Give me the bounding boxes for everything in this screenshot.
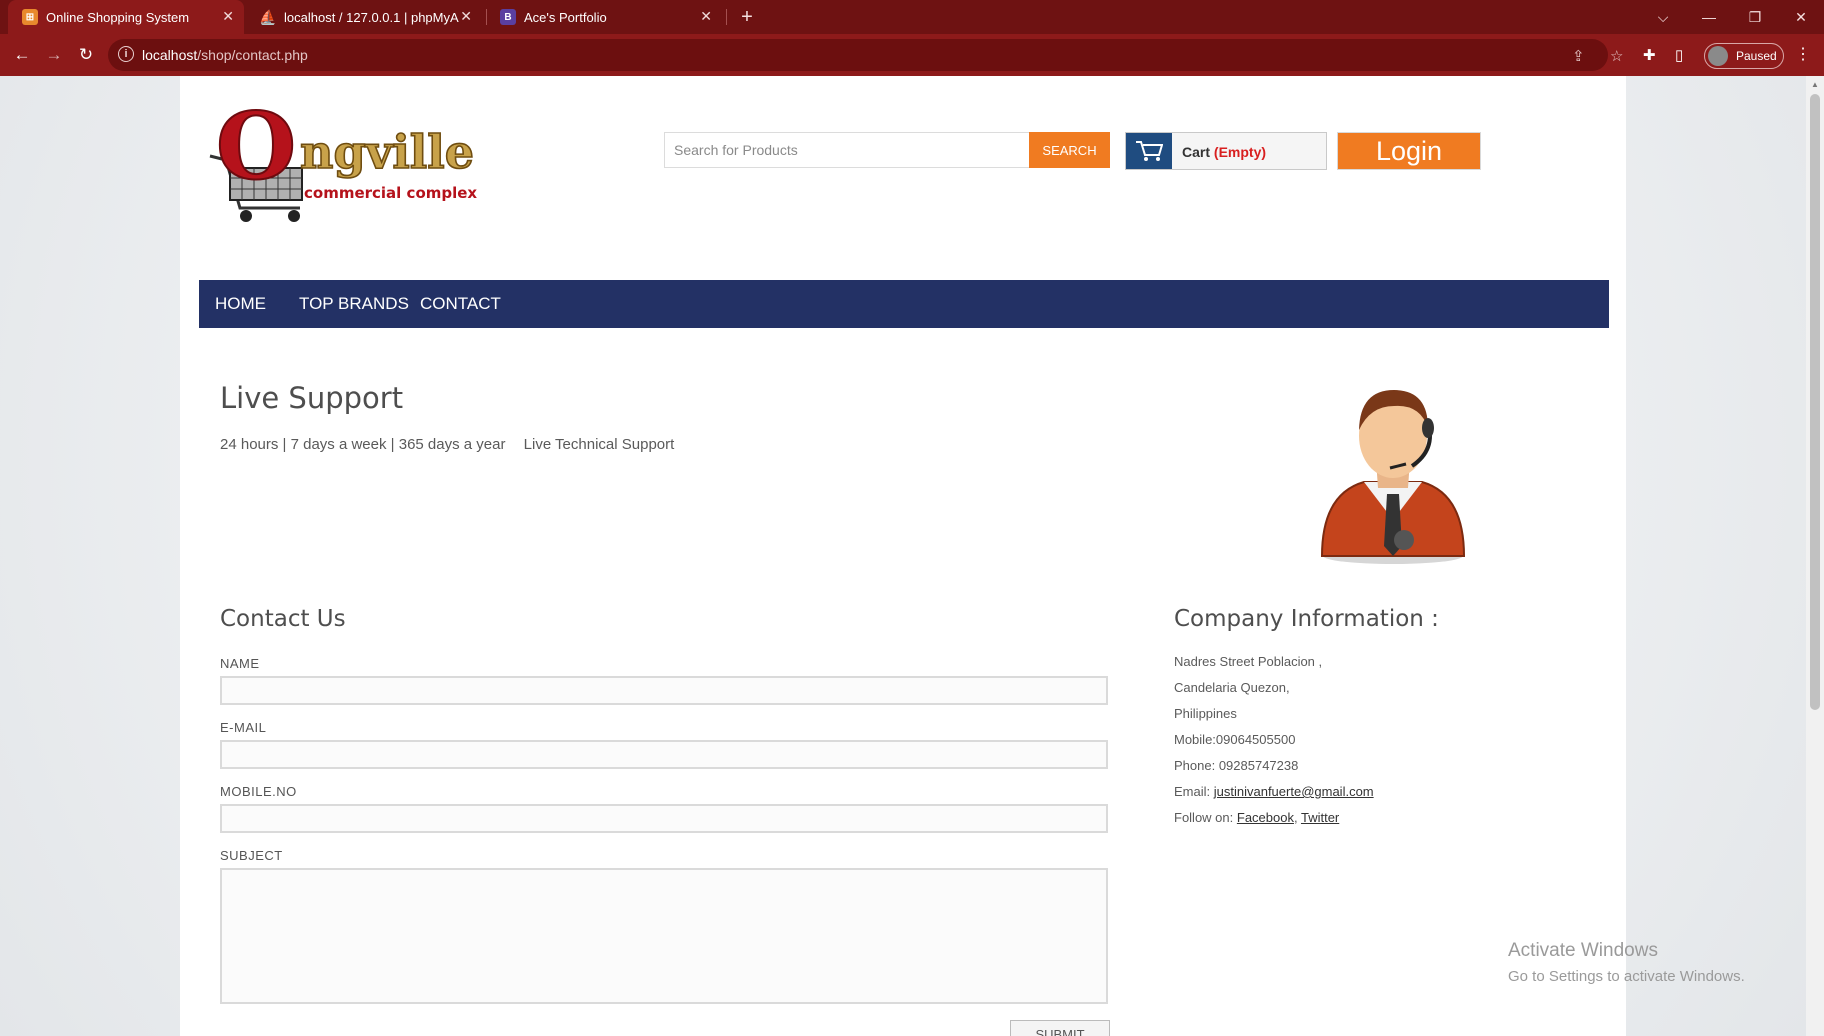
mobile-label: MOBILE.NO — [220, 784, 297, 799]
support-hours: 24 hours | 7 days a week | 365 days a ye… — [220, 436, 688, 453]
profile-button[interactable]: Paused — [1704, 43, 1784, 69]
side-panel-icon[interactable]: ▯ — [1675, 46, 1683, 64]
logo-letter-o: O — [216, 106, 296, 200]
tab-title: Online Shopping System — [46, 9, 190, 25]
follow-line: Follow on: Facebook, Twitter — [1174, 810, 1340, 825]
subject-label: SUBJECT — [220, 848, 283, 863]
logo-wordmark: ngville — [300, 125, 474, 179]
submit-button[interactable]: SUBMIT — [1010, 1020, 1110, 1036]
logo-tagline: commercial complex — [304, 184, 477, 202]
address-line-2: Candelaria Quezon, — [1174, 680, 1290, 695]
ongville-logo[interactable]: O ngville commercial complex — [204, 106, 504, 226]
contact-us-heading: Contact Us — [220, 606, 346, 632]
live-support-heading: Live Support — [220, 381, 404, 415]
follow-label-text: Follow on: — [1174, 810, 1234, 825]
mobile-input[interactable] — [222, 806, 1106, 831]
bookmark-star-icon[interactable]: ☆ — [1610, 47, 1623, 65]
name-field — [220, 676, 1108, 705]
tab-aces-portfolio[interactable]: B Ace's Portfolio ✕ — [490, 0, 722, 34]
cart-status: (Empty) — [1213, 144, 1267, 160]
phone-number: Phone: 09285747238 — [1174, 758, 1299, 773]
nav-contact[interactable]: CONTACT — [420, 294, 501, 314]
avatar — [1708, 46, 1728, 66]
nav-home[interactable]: HOME — [215, 294, 266, 314]
shop-favicon-icon: ⊞ — [22, 9, 38, 25]
tab-title: localhost / 127.0.0.1 | phpMyAd — [284, 9, 459, 25]
support-tagline: Live Technical Support — [523, 436, 675, 453]
search-input[interactable] — [665, 133, 1029, 167]
page-wrapper: O ngville commercial complex SEARCH Cart… — [180, 76, 1626, 1036]
search-button[interactable]: SEARCH — [1029, 132, 1110, 168]
support-agent-illustration — [1320, 390, 1466, 564]
mobile-field — [220, 804, 1108, 833]
forward-arrow-icon[interactable]: → — [40, 41, 68, 69]
cart-button[interactable]: Cart (Empty) — [1125, 132, 1327, 170]
tab-search-chevron-icon[interactable]: ⌵ — [1640, 0, 1686, 34]
facebook-link[interactable]: Facebook — [1237, 810, 1294, 825]
email-input[interactable] — [222, 742, 1106, 767]
company-info-heading: Company Information : — [1174, 606, 1439, 632]
site-info-icon[interactable]: i — [118, 46, 134, 62]
url-text[interactable]: localhost/shop/contact.php — [142, 47, 308, 63]
browser-menu-icon[interactable]: ⋮ — [1795, 44, 1811, 64]
close-tab-icon[interactable]: ✕ — [700, 8, 712, 25]
cart-label: Cart (Empty) — [1182, 144, 1267, 160]
address-line-3: Philippines — [1174, 706, 1237, 721]
support-hours-text: 24 hours | 7 days a week | 365 days a ye… — [220, 436, 506, 453]
new-tab-plus-icon[interactable]: + — [724, 0, 770, 34]
watermark-line-1: Activate Windows — [1508, 940, 1658, 961]
share-icon[interactable]: ⇪ — [1572, 47, 1585, 65]
watermark-line-2: Go to Settings to activate Windows. — [1508, 968, 1745, 985]
phpmyadmin-favicon-icon: ⛵ — [259, 8, 277, 25]
address-bar[interactable]: i localhost/shop/contact.php ⇪ ☆ — [108, 39, 1623, 71]
name-label: NAME — [220, 656, 260, 671]
tab-online-shopping[interactable]: ⊞ Online Shopping System ✕ — [8, 0, 244, 34]
close-window-icon[interactable]: ✕ — [1778, 0, 1824, 34]
email-field — [220, 740, 1108, 769]
address-line-1: Nadres Street Poblacion , — [1174, 654, 1323, 669]
login-button[interactable]: Login — [1337, 132, 1481, 170]
browser-tab-strip: ⊞ Online Shopping System ✕ ⛵ localhost /… — [0, 0, 1824, 34]
bootstrap-favicon-icon: B — [500, 9, 516, 25]
activate-windows-watermark: Activate Windows Go to Settings to activ… — [1508, 940, 1745, 985]
close-tab-icon[interactable]: ✕ — [460, 8, 472, 25]
close-tab-icon[interactable]: ✕ — [222, 8, 234, 25]
extensions-puzzle-icon[interactable]: ✚ — [1643, 46, 1656, 64]
back-arrow-icon[interactable]: ← — [8, 41, 36, 69]
main-navigation: HOME TOP BRANDS CONTACT — [199, 280, 1609, 328]
scroll-up-arrow-icon[interactable]: ▲ — [1811, 80, 1819, 89]
email-link[interactable]: justinivanfuerte@gmail.com — [1214, 784, 1374, 799]
tab-separator — [486, 9, 487, 25]
scrollbar-thumb[interactable] — [1810, 94, 1820, 710]
minimize-icon[interactable]: — — [1686, 0, 1732, 34]
subject-field — [220, 868, 1108, 1004]
search-box — [664, 132, 1030, 168]
email-label-text: Email: — [1174, 784, 1211, 799]
cart-icon — [1126, 133, 1172, 169]
nav-top-brands[interactable]: TOP BRANDS — [299, 294, 409, 314]
page-scrollbar[interactable]: ▲ — [1806, 76, 1824, 1036]
tab-title: Ace's Portfolio — [524, 9, 607, 25]
email-label: E-MAIL — [220, 720, 267, 735]
restore-icon[interactable]: ❐ — [1732, 0, 1778, 34]
page-viewport: O ngville commercial complex SEARCH Cart… — [0, 76, 1806, 1036]
subject-textarea[interactable] — [222, 870, 1106, 1002]
twitter-link[interactable]: Twitter — [1301, 810, 1339, 825]
tab-phpmyadmin[interactable]: ⛵ localhost / 127.0.0.1 | phpMyAd ✕ — [250, 0, 482, 34]
reload-icon[interactable]: ↻ — [72, 41, 100, 69]
name-input[interactable] — [222, 678, 1106, 703]
email-line: Email: justinivanfuerte@gmail.com — [1174, 784, 1374, 799]
mobile-number: Mobile:09064505500 — [1174, 732, 1296, 747]
browser-toolbar: ← → ↻ i localhost/shop/contact.php ⇪ ☆ ✚… — [0, 34, 1824, 76]
profile-status: Paused — [1736, 49, 1777, 63]
